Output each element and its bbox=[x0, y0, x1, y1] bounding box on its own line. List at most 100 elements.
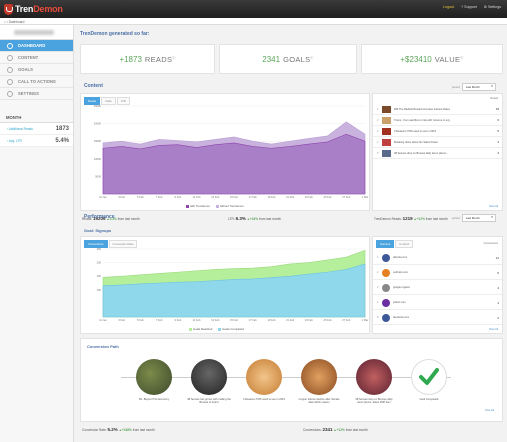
y-tick-label: 150 bbox=[97, 274, 102, 278]
path-node-label: 5G: Beyond The Economy bbox=[138, 398, 170, 401]
sources-panel: Sources Content Conversions 1 taboola.com… bbox=[372, 236, 503, 334]
y-tick-label: 200 bbox=[97, 261, 102, 265]
path-node-1[interactable] bbox=[136, 359, 172, 395]
x-tick-label: 23 Feb bbox=[305, 318, 314, 322]
goals-icon bbox=[7, 66, 13, 73]
y-tick-label: 250 bbox=[97, 247, 102, 251]
month-row-label: › Avg. LTR bbox=[7, 138, 22, 143]
sidebar-item-label: Settings bbox=[18, 91, 39, 96]
performance-chart-panel: Conversions Conversion Rate 100 150 200 250… bbox=[80, 236, 370, 334]
x-tick-label: 25 Feb bbox=[324, 318, 333, 322]
performance-title: Performance bbox=[84, 214, 115, 220]
x-tick-label: 11 Jan bbox=[99, 318, 107, 322]
sidebar-item-label: Content bbox=[18, 55, 39, 60]
goal-subtitle: Goal: Signups bbox=[84, 228, 112, 233]
source-tabs: Sources Content bbox=[376, 240, 414, 248]
source-value: 4 bbox=[497, 285, 499, 290]
sidebar-item-label: Goals bbox=[18, 67, 33, 72]
path-node-label: Goal Completed bbox=[419, 398, 439, 401]
view-all-link[interactable]: View All bbox=[485, 409, 494, 412]
sources-header: Conversions bbox=[483, 242, 498, 245]
sidebar-item-content[interactable]: Content bbox=[0, 52, 73, 64]
legend-swatch bbox=[189, 327, 192, 331]
x-tick-label: 27 Feb bbox=[342, 318, 351, 322]
source-icon bbox=[382, 298, 390, 307]
tab-content[interactable]: Content bbox=[395, 240, 414, 248]
sidebar-item-cta[interactable]: Call to actions bbox=[0, 76, 73, 88]
performance-legend: Goals Reached Goals Completed bbox=[189, 327, 244, 331]
legend-swatch bbox=[218, 327, 222, 331]
logo[interactable]: TrenDemon bbox=[4, 3, 63, 15]
x-tick-label: 9 Feb bbox=[175, 318, 182, 322]
x-tick-label: 15 Feb bbox=[230, 318, 239, 322]
tab-sources[interactable]: Sources bbox=[376, 240, 395, 248]
source-name: yahoo.com bbox=[393, 301, 406, 304]
path-node-label: 38 Senses has grown with mailing the Bro… bbox=[187, 398, 231, 404]
sidebar-item-label: Dashboard bbox=[18, 43, 46, 48]
stat-conversion-rate: Conversion Rate: 5.2% ▲+248% from last m… bbox=[82, 427, 155, 432]
source-item[interactable]: 1 taboola.com 12 bbox=[373, 251, 502, 265]
lower-sections: Performance period Last Month Goal: Sign… bbox=[78, 0, 505, 442]
conversion-path-panel: Conversion Path 5G: Beyond The Economy 3… bbox=[80, 338, 503, 422]
sidebar-item-goals[interactable]: Goals bbox=[0, 64, 73, 76]
source-value: 12 bbox=[495, 255, 499, 260]
month-row-label: › Additional Reads bbox=[7, 126, 33, 131]
breadcrumb-dashboard[interactable]: Dashboard bbox=[9, 20, 25, 24]
path-node-label: 3 Reasons TMS need to use in 2015 bbox=[242, 398, 286, 401]
path-node-goal[interactable] bbox=[411, 359, 447, 395]
month-row-value: 5.4% bbox=[55, 137, 69, 144]
source-icon bbox=[382, 253, 390, 262]
month-title: MONTH bbox=[0, 113, 73, 123]
performance-period: period Last Month bbox=[452, 214, 496, 222]
view-all-link[interactable]: View All bbox=[489, 328, 498, 331]
x-tick-label: 11 Feb bbox=[193, 318, 201, 322]
source-icon bbox=[382, 283, 390, 292]
source-value: 6 bbox=[497, 270, 499, 275]
path-node-label: 38 Senses drop on Browse daily items (it… bbox=[355, 398, 393, 404]
source-item[interactable]: 4 yahoo.com 4 bbox=[373, 296, 502, 310]
source-value: 4 bbox=[497, 300, 499, 305]
source-icon bbox=[382, 313, 390, 322]
x-tick-label: 17 Feb bbox=[249, 318, 258, 322]
source-item[interactable]: 5 facebook.com 2 bbox=[373, 311, 502, 325]
path-node-label: Copper futures decline after Senate data… bbox=[298, 398, 340, 404]
x-tick-label: 1 Mar bbox=[362, 318, 369, 322]
source-name: facebook.com bbox=[393, 316, 410, 319]
content-icon bbox=[7, 54, 13, 61]
period-label: period bbox=[452, 216, 460, 220]
month-row-reads[interactable]: › Additional Reads 1873 bbox=[0, 123, 73, 135]
x-tick-label: 19 Feb bbox=[267, 318, 276, 322]
checkmark-icon bbox=[419, 368, 439, 385]
path-node-3[interactable] bbox=[246, 359, 282, 395]
source-icon bbox=[382, 268, 390, 277]
y-tick-label: 100 bbox=[97, 288, 102, 292]
source-value: 2 bbox=[497, 315, 499, 320]
conversion-path-title: Conversion Path bbox=[87, 344, 119, 349]
source-item[interactable]: 3 google organic 4 bbox=[373, 281, 502, 295]
month-row-ltr[interactable]: › Avg. LTR 5.4% bbox=[0, 135, 73, 147]
path-node-2[interactable] bbox=[191, 359, 227, 395]
x-tick-label: 7 Feb bbox=[156, 318, 163, 322]
sidebar-item-dashboard[interactable]: Dashboard bbox=[0, 40, 73, 52]
path-node-4[interactable] bbox=[301, 359, 337, 395]
home-icon[interactable]: ⌂ bbox=[4, 20, 6, 24]
legend-item[interactable]: Goals Completed bbox=[218, 327, 244, 331]
x-tick-label: 21 Feb bbox=[286, 318, 295, 322]
sidebar-item-settings[interactable]: Settings bbox=[0, 88, 73, 100]
source-item[interactable]: 2 outbrain.com 6 bbox=[373, 266, 502, 280]
sidebar-item-label: Call to actions bbox=[18, 79, 56, 84]
gear-icon bbox=[7, 90, 13, 97]
sidebar: Dashboard Content Goals Call to actions … bbox=[0, 25, 74, 442]
shield-logo-icon bbox=[4, 3, 13, 15]
source-name: outbrain.com bbox=[393, 271, 408, 274]
cta-icon bbox=[7, 78, 13, 85]
brand-name: TrenDemon bbox=[15, 4, 63, 14]
x-tick-label: 3 Feb bbox=[118, 318, 125, 322]
blurred-username bbox=[14, 30, 54, 35]
source-name: google organic bbox=[393, 286, 411, 289]
x-tick-label: 5 Feb bbox=[137, 318, 144, 322]
period-select[interactable]: Last Month bbox=[461, 214, 496, 222]
path-node-5[interactable] bbox=[356, 359, 392, 395]
legend-item[interactable]: Goals Reached bbox=[189, 327, 212, 331]
user-box[interactable] bbox=[0, 25, 73, 40]
